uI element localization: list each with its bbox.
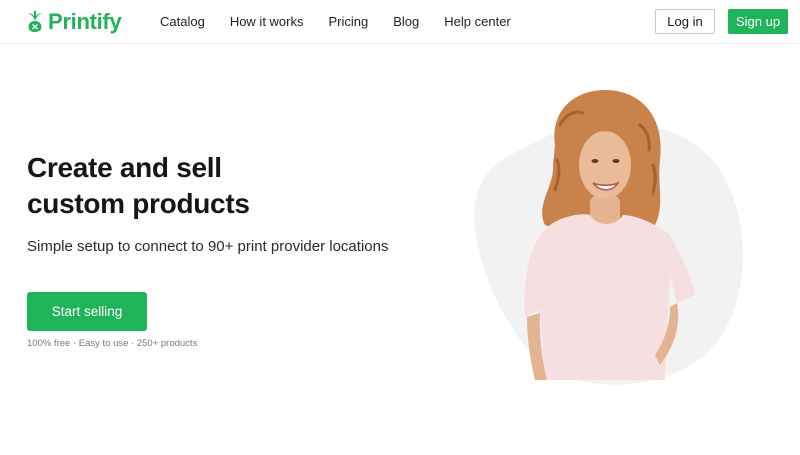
start-selling-button[interactable]: Start selling [27, 292, 147, 331]
nav-help-center[interactable]: Help center [444, 14, 510, 29]
hero-title-line-2: custom products [27, 188, 250, 219]
nav-pricing[interactable]: Pricing [329, 14, 369, 29]
printify-logo[interactable]: Printify [26, 9, 122, 35]
hero-subtitle: Simple setup to connect to 90+ print pro… [27, 238, 389, 255]
site-header: Printify Catalog How it works Pricing Bl… [0, 0, 800, 44]
hero-title-line-1: Create and sell [27, 152, 222, 183]
login-button[interactable]: Log in [655, 9, 715, 34]
hero-image [474, 90, 743, 385]
brand-name: Printify [48, 9, 122, 34]
nav-how-it-works[interactable]: How it works [230, 14, 304, 29]
hero-features: 100% free · Easy to use · 250+ products [27, 338, 198, 349]
nav-blog[interactable]: Blog [393, 14, 419, 29]
main-nav: Catalog How it works Pricing Blog Help c… [160, 14, 536, 29]
nav-catalog[interactable]: Catalog [160, 14, 205, 29]
signup-button[interactable]: Sign up [728, 9, 788, 34]
printify-logo-icon [28, 10, 42, 32]
hero-title: Create and sell custom products [27, 150, 357, 222]
